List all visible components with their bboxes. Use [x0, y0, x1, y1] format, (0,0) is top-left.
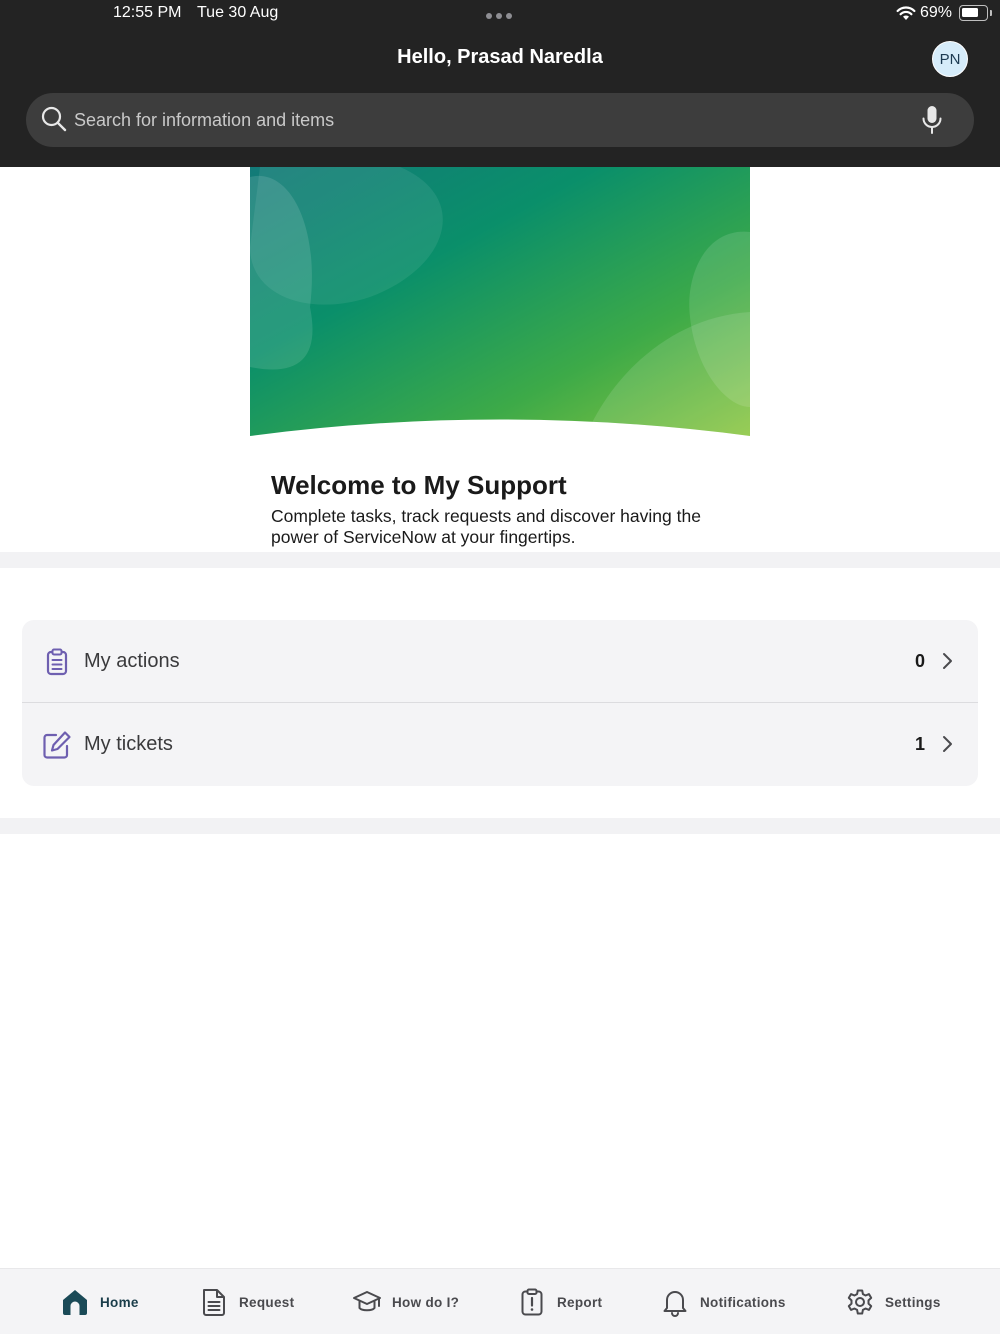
search-icon [41, 106, 67, 132]
edit-icon [43, 731, 71, 759]
avatar[interactable]: PN [932, 41, 968, 77]
app-header: 12:55 PM Tue 30 Aug 69% Hello, Prasad Na… [0, 0, 1000, 167]
graduation-cap-icon [353, 1291, 381, 1312]
search-bar[interactable] [26, 93, 974, 147]
list-item-my-tickets[interactable]: My tickets 1 [22, 703, 978, 786]
section-divider [0, 552, 1000, 568]
tab-request[interactable]: Request [199, 1269, 294, 1334]
status-date: Tue 30 Aug [197, 4, 279, 21]
tab-label: Report [557, 1294, 603, 1310]
wifi-icon [896, 6, 916, 20]
microphone-icon[interactable] [920, 105, 944, 135]
gear-icon [847, 1289, 873, 1315]
status-time: 12:55 PM [113, 4, 182, 21]
chevron-right-icon [943, 653, 952, 669]
tab-label: How do I? [392, 1294, 460, 1310]
status-bar: 12:55 PM Tue 30 Aug 69% [0, 0, 1000, 30]
list-item-label: My tickets [84, 733, 173, 755]
chevron-right-icon [943, 736, 952, 752]
battery-tip [990, 10, 992, 16]
welcome-title: Welcome to My Support [271, 470, 567, 500]
report-clipboard-icon [521, 1288, 543, 1316]
tab-label: Settings [885, 1294, 941, 1310]
list-item-label: My actions [84, 650, 180, 672]
tab-settings[interactable]: Settings [845, 1269, 941, 1334]
tab-home[interactable]: Home [60, 1269, 139, 1334]
tab-label: Request [239, 1294, 295, 1310]
tab-how-do-i[interactable]: How do I? [352, 1269, 459, 1334]
bell-icon [663, 1291, 687, 1317]
search-input[interactable] [74, 93, 894, 147]
list-item-count: 1 [914, 734, 925, 754]
tab-label: Home [100, 1294, 139, 1310]
clipboard-icon [46, 648, 68, 676]
list-item-my-actions[interactable]: My actions 0 [22, 620, 978, 703]
section-divider [0, 818, 1000, 834]
battery-percent: 69% [920, 4, 953, 21]
multitasking-dots-icon[interactable] [486, 13, 512, 19]
tab-notifications[interactable]: Notifications [660, 1269, 786, 1334]
greeting-title: Hello, Prasad Naredla [397, 46, 603, 68]
tab-report[interactable]: Report [517, 1269, 602, 1334]
tab-label: Notifications [700, 1294, 786, 1310]
welcome-description: Complete tasks, track requests and disco… [271, 506, 701, 547]
list-item-count: 0 [914, 651, 925, 671]
battery-icon [959, 5, 988, 21]
document-icon [203, 1289, 225, 1316]
tab-bar: Home Request How do I? Report Notificati… [0, 1268, 1000, 1334]
home-icon [63, 1290, 87, 1315]
support-list: My actions 0 My tickets 1 [22, 620, 978, 786]
welcome-banner [250, 167, 750, 436]
